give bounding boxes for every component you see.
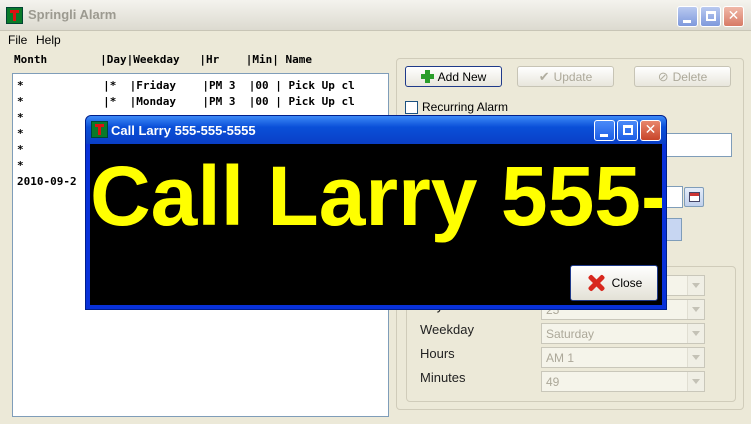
popup-maximize-button[interactable] <box>617 120 638 141</box>
list-item[interactable]: * |* |Friday |PM 3 |00 | Pick Up cl <box>17 79 355 92</box>
weekday-value: Saturday <box>546 327 595 341</box>
popup-titlebar[interactable]: Call Larry 555-555-5555 ✕ <box>86 116 666 144</box>
chevron-down-icon <box>687 276 704 295</box>
close-window-button[interactable]: ✕ <box>723 6 744 27</box>
chevron-down-icon <box>687 300 704 319</box>
check-icon: ✔ <box>538 68 550 84</box>
delete-label: Delete <box>672 69 708 84</box>
minutes-value: 49 <box>546 375 560 389</box>
delete-button[interactable]: ⊘ Delete <box>634 66 731 87</box>
delete-icon: ⊘ <box>657 68 669 84</box>
chevron-down-icon <box>687 372 704 391</box>
hours-combo[interactable]: AM 1 <box>541 347 705 368</box>
close-alarm-button[interactable]: Close <box>570 265 658 301</box>
hours-label: Hours <box>420 346 455 361</box>
close-label: Close <box>611 276 643 290</box>
minutes-label: Minutes <box>420 370 466 385</box>
menu-help[interactable]: Help <box>36 33 61 47</box>
calendar-button[interactable] <box>684 187 704 207</box>
maximize-button[interactable] <box>700 6 721 27</box>
popup-body: Call Larry 555-555-5555 Close <box>90 144 662 305</box>
main-titlebar[interactable]: Springli Alarm ✕ <box>0 0 751 31</box>
list-item[interactable]: * <box>17 127 24 140</box>
hours-value: AM 1 <box>546 351 575 365</box>
minutes-combo[interactable]: 49 <box>541 371 705 392</box>
menubar: File Help <box>0 31 751 50</box>
list-item[interactable]: * <box>17 111 24 124</box>
alarm-popup-window: Call Larry 555-555-5555 ✕ Call Larry 555… <box>85 115 667 310</box>
plus-icon <box>420 70 434 83</box>
minimize-icon <box>683 20 691 23</box>
menu-file[interactable]: File <box>8 33 27 47</box>
minimize-button[interactable] <box>677 6 698 27</box>
maximize-icon <box>623 125 633 135</box>
red-x-icon <box>586 273 606 293</box>
add-new-button[interactable]: Add New <box>405 66 502 87</box>
maximize-icon <box>706 11 716 21</box>
recurring-checkbox[interactable] <box>405 101 418 114</box>
app-icon <box>91 121 108 138</box>
weekday-label: Weekday <box>420 322 474 337</box>
list-item[interactable]: * <box>17 143 24 156</box>
add-new-label: Add New <box>437 69 487 84</box>
update-button[interactable]: ✔ Update <box>517 66 614 87</box>
minimize-icon <box>600 134 608 137</box>
list-item[interactable]: * |* |Monday |PM 3 |00 | Pick Up cl <box>17 95 355 108</box>
alarm-list-header: Month |Day|Weekday |Hr |Min| Name <box>14 53 313 66</box>
alarm-name-input[interactable] <box>660 133 732 157</box>
list-item[interactable]: * <box>17 159 24 172</box>
list-item[interactable]: 2010-09-2 <box>17 175 77 188</box>
popup-close-button[interactable]: ✕ <box>640 120 661 141</box>
app-icon <box>6 7 23 24</box>
chevron-down-icon <box>687 324 704 343</box>
close-icon: ✕ <box>727 8 740 24</box>
popup-minimize-button[interactable] <box>594 120 615 141</box>
alarm-message: Call Larry 555-555-5555 <box>90 149 662 243</box>
recurring-label: Recurring Alarm <box>422 100 509 114</box>
close-icon: ✕ <box>644 122 657 138</box>
calendar-icon <box>689 192 700 202</box>
chevron-down-icon <box>687 348 704 367</box>
update-label: Update <box>553 69 593 84</box>
popup-title: Call Larry 555-555-5555 <box>111 123 256 138</box>
window-title: Springli Alarm <box>28 7 117 22</box>
weekday-combo[interactable]: Saturday <box>541 323 705 344</box>
